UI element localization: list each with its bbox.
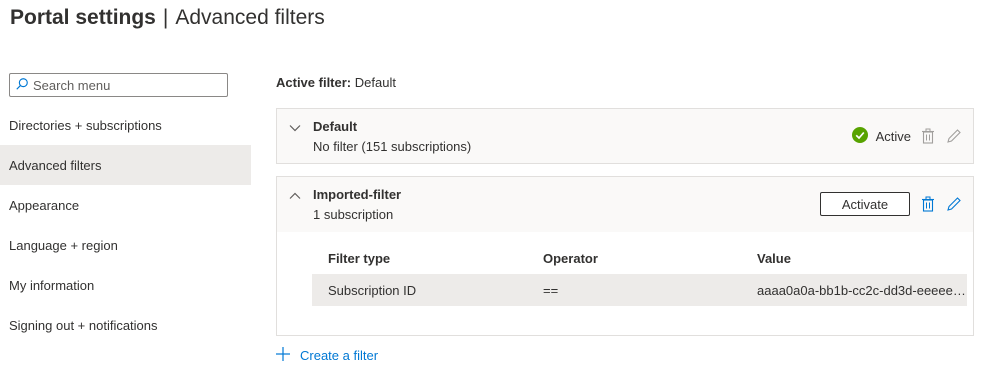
filter-description: 1 subscription [313, 207, 394, 222]
cell-operator: == [543, 282, 559, 298]
filter-card-header[interactable]: Imported-filter 1 subscription Activate [277, 177, 973, 232]
create-filter-button[interactable]: Create a filter [276, 347, 378, 364]
trash-icon [919, 127, 937, 145]
menu-item-label: Signing out + notifications [9, 317, 158, 333]
filter-name: Imported-filter [313, 187, 402, 202]
menu-item-advanced-filters[interactable]: Advanced filters [0, 145, 251, 185]
check-circle-icon [851, 127, 876, 146]
table-row[interactable]: Subscription ID == aaaa0a0a-bb1b-cc2c-dd… [312, 274, 967, 306]
search-icon [15, 77, 29, 94]
search-box[interactable] [9, 73, 228, 97]
menu-item-label: Language + region [9, 237, 118, 253]
chevron-down-icon[interactable] [288, 121, 302, 135]
menu-item-language-region[interactable]: Language + region [0, 225, 251, 265]
menu-item-label: My information [9, 277, 95, 293]
trash-icon[interactable] [919, 195, 937, 213]
chevron-up-icon[interactable] [288, 189, 302, 203]
menu-item-signing-out-notifications[interactable]: Signing out + notifications [0, 305, 251, 345]
filter-card-default: Default No filter (151 subscriptions) Ac… [276, 108, 974, 164]
create-filter-label: Create a filter [300, 348, 379, 363]
filter-card-imported: Imported-filter 1 subscription Activate … [276, 176, 974, 336]
active-filter-value: Default [354, 75, 396, 90]
activate-button[interactable]: Activate [820, 192, 910, 216]
menu-item-my-information[interactable]: My information [0, 265, 251, 305]
status-text: Active [875, 129, 911, 144]
page-title: Portal settings | Advanced filters [10, 6, 325, 36]
menu-item-label: Advanced filters [9, 157, 102, 173]
menu-item-directories-subscriptions[interactable]: Directories + subscriptions [0, 105, 251, 145]
filter-table: Filter type Operator Value Subscription … [312, 242, 967, 306]
plus-icon [276, 347, 300, 364]
cell-value: aaaa0a0a-bb1b-cc2c-dd3d-eeeeee4e4e4e [757, 282, 967, 298]
active-filter-label: Active filter: [276, 75, 352, 90]
menu-item-appearance[interactable]: Appearance [0, 185, 251, 225]
column-header-filter-type: Filter type [328, 250, 391, 266]
table-header-row: Filter type Operator Value [312, 242, 967, 274]
search-input[interactable] [33, 77, 213, 93]
page-title-main: Portal settings [10, 6, 156, 29]
status-badge: Active [851, 127, 911, 146]
settings-menu: Directories + subscriptions Advanced fil… [0, 105, 251, 345]
cell-filter-type: Subscription ID [328, 282, 417, 298]
pencil-icon [945, 127, 963, 145]
filter-card-header[interactable]: Default No filter (151 subscriptions) Ac… [277, 109, 973, 164]
page-title-separator: | [162, 6, 169, 29]
page-title-subtitle: Advanced filters [175, 6, 325, 29]
menu-item-label: Directories + subscriptions [9, 117, 162, 133]
menu-item-label: Appearance [9, 197, 80, 213]
filter-description: No filter (151 subscriptions) [313, 139, 472, 154]
active-filter-line: Active filter: Default [276, 75, 396, 90]
filter-name: Default [313, 119, 358, 134]
column-header-operator: Operator [543, 250, 598, 266]
pencil-icon[interactable] [945, 195, 963, 213]
column-header-value: Value [757, 250, 791, 266]
